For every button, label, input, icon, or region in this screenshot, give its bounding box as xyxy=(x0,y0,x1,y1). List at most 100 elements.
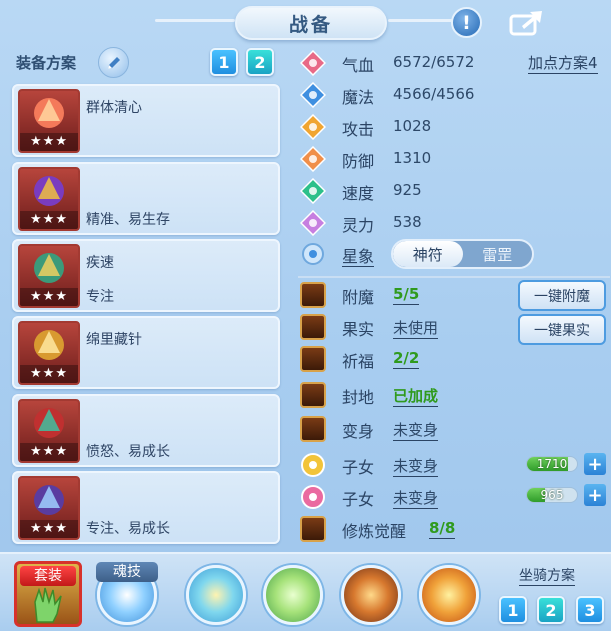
stat-name: 攻击 xyxy=(342,120,375,139)
enhance-name: 祈福 xyxy=(342,352,375,371)
mana-icon xyxy=(300,82,326,108)
stat-value: 925 xyxy=(393,181,422,199)
stat-value: 6572/6572 xyxy=(393,53,475,71)
equipment-card-title: 群体清心 xyxy=(86,100,142,116)
enhance-name: 附魔 xyxy=(342,288,375,307)
stat-name: 魔法 xyxy=(342,88,375,107)
equipment-icon: ★★★ xyxy=(18,321,80,385)
child-add-button-2[interactable]: + xyxy=(584,484,606,506)
equipment-card-5[interactable]: ★★★ 愤怒、易成长 xyxy=(12,394,280,467)
enhance-value[interactable]: 5/5 xyxy=(393,285,420,305)
enhance-value-text: 未使用 xyxy=(393,319,439,339)
equipment-card-4[interactable]: ★★★ 绵里藏针 xyxy=(12,316,280,389)
equipment-icon: ★★★ xyxy=(18,167,80,231)
one-click-fruit-button[interactable]: 一键果实 xyxy=(518,314,606,345)
mount-button-2[interactable]: 2 xyxy=(537,596,565,624)
enhance-value-text: 未变身 xyxy=(393,489,439,509)
skill-flame-icon[interactable] xyxy=(419,565,479,625)
star-option-leigang[interactable]: 雷罡 xyxy=(463,241,533,267)
mount-button-1[interactable]: 1 xyxy=(499,596,527,624)
enhance-name: 子女 xyxy=(342,458,375,477)
fruit-icon xyxy=(300,314,326,340)
enhance-name: 子女 xyxy=(342,490,375,509)
title-ornament-right xyxy=(388,19,458,22)
mount-button-3[interactable]: 3 xyxy=(576,596,604,624)
enhance-name: 果实 xyxy=(342,320,375,339)
tab-soul-skill-label[interactable]: 魂技 xyxy=(96,562,158,582)
equipment-card-traits: 愤怒、易成长 xyxy=(86,444,170,460)
heart-icon xyxy=(300,50,326,76)
tab-suit-label: 套装 xyxy=(20,566,76,586)
equipment-card-title: 疾速 xyxy=(86,255,114,271)
child-bar-1: 1710 xyxy=(526,456,578,472)
child-bar-2: 965 xyxy=(526,487,578,503)
equipment-card-6[interactable]: ★★★ 专注、易成长 xyxy=(12,471,280,544)
section-divider xyxy=(298,276,610,278)
enhance-value[interactable]: 8/8 xyxy=(429,519,456,539)
enhance-value[interactable]: 未变身 xyxy=(393,487,439,509)
title-ornament-left xyxy=(155,19,235,22)
child-icon xyxy=(301,485,325,509)
sword-icon xyxy=(300,114,326,140)
equipment-icon: ★★★ xyxy=(18,399,80,463)
enhance-value-text: 5/5 xyxy=(393,285,420,305)
stat-name: 灵力 xyxy=(342,216,375,235)
enhance-value-text: 未变身 xyxy=(393,421,439,441)
enhance-value[interactable]: 2/2 xyxy=(393,349,420,369)
star-sign-icon xyxy=(302,243,324,265)
equipment-icon: ★★★ xyxy=(18,89,80,153)
equipment-card-3[interactable]: ★★★ 疾速专注 xyxy=(12,239,280,312)
stat-value: 4566/4566 xyxy=(393,85,475,103)
skill-beast-icon[interactable] xyxy=(341,565,401,625)
stat-value: 1028 xyxy=(393,117,432,135)
child-add-button-1[interactable]: + xyxy=(584,453,606,475)
skill-figure-icon[interactable] xyxy=(186,565,246,625)
blessing-icon xyxy=(300,346,326,372)
mount-plan-label: 坐骑方案 xyxy=(519,565,575,586)
enchant-icon xyxy=(300,282,326,308)
one-click-enchant-button[interactable]: 一键附魔 xyxy=(518,280,606,311)
enhance-value-text: 8/8 xyxy=(429,519,456,539)
add-points-plan-link[interactable]: 加点方案4 xyxy=(528,52,598,74)
stat-value: 538 xyxy=(393,213,422,231)
equipment-card-2[interactable]: ★★★ 精准、易生存 xyxy=(12,162,280,235)
star-label[interactable]: 星象 xyxy=(342,247,375,267)
page-title: 战备 xyxy=(235,6,387,40)
share-icon[interactable] xyxy=(508,8,544,36)
stat-name: 气血 xyxy=(342,56,375,75)
star-toggle[interactable]: 神符 雷罡 xyxy=(391,239,534,269)
enhance-value[interactable]: 未变身 xyxy=(393,455,439,477)
enhance-value-text: 2/2 xyxy=(393,349,420,369)
star-rating: ★★★ xyxy=(20,520,78,538)
enhance-value-text: 已加成 xyxy=(393,387,439,407)
enhance-value[interactable]: 未使用 xyxy=(393,317,439,339)
enhance-value[interactable]: 已加成 xyxy=(393,385,439,407)
equipment-card-traits: 专注 xyxy=(86,289,114,305)
child-bar-2-value: 965 xyxy=(540,488,564,502)
lightning-icon xyxy=(300,178,326,204)
enhance-name: 封地 xyxy=(342,388,375,407)
edit-pen-icon[interactable] xyxy=(98,47,129,78)
plan-button-2[interactable]: 2 xyxy=(246,48,274,76)
exclamation-icon[interactable]: ! xyxy=(451,7,482,38)
tab-suit[interactable]: 套装 xyxy=(14,561,82,627)
equipment-plan-label: 装备方案 xyxy=(16,54,77,72)
child-bar-1-value: 1710 xyxy=(536,457,568,471)
child-icon xyxy=(301,453,325,477)
star-option-shenfu[interactable]: 神符 xyxy=(393,241,463,267)
stat-name: 防御 xyxy=(342,152,375,171)
plan-button-1[interactable]: 1 xyxy=(210,48,238,76)
transform-icon xyxy=(300,416,326,442)
enhance-value[interactable]: 未变身 xyxy=(393,419,439,441)
equipment-card-traits: 专注、易成长 xyxy=(86,521,170,537)
enhance-name: 修炼觉醒 xyxy=(342,522,407,541)
star-rating: ★★★ xyxy=(20,288,78,306)
cultivation-icon xyxy=(300,516,326,542)
spirit-icon xyxy=(300,210,326,236)
stat-value: 1310 xyxy=(393,149,432,167)
stat-name: 速度 xyxy=(342,184,375,203)
hand-icon xyxy=(34,587,62,623)
skill-leaf-icon[interactable] xyxy=(263,565,323,625)
star-rating: ★★★ xyxy=(20,133,78,151)
equipment-card-1[interactable]: ★★★ 群体清心 xyxy=(12,84,280,157)
